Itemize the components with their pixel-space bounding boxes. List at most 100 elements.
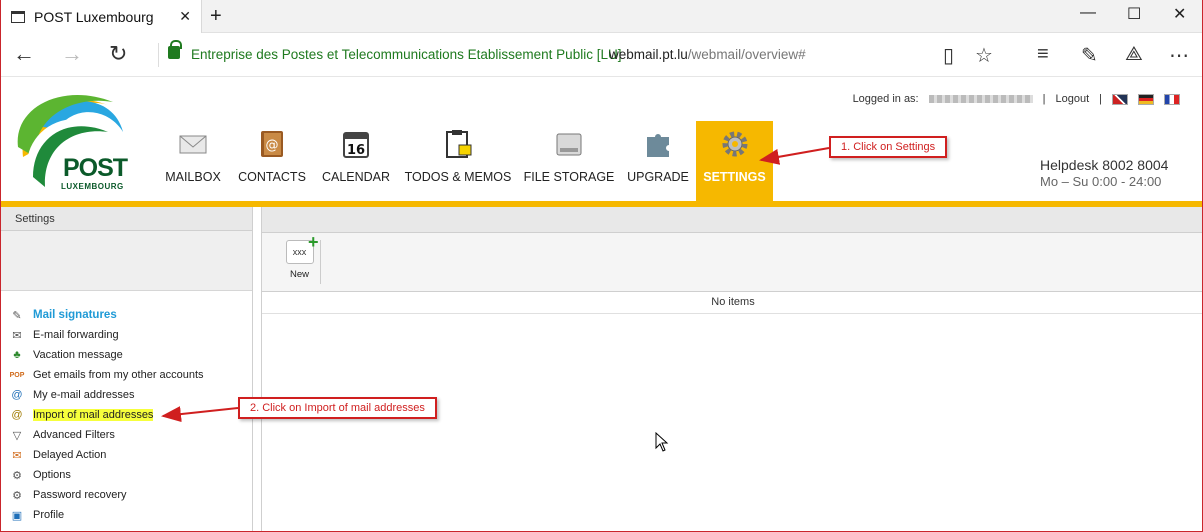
divider: | — [1042, 93, 1046, 105]
nav-contacts[interactable]: @ CONTACTS — [233, 121, 311, 202]
sidebar-item-password-recovery[interactable]: ⚙ Password recovery — [1, 485, 252, 505]
nav-label: SETTINGS — [703, 170, 766, 184]
nav-label: TODOS & MEMOS — [404, 170, 512, 184]
settings-sidebar: Settings ✎ Mail signatures ✉ E-mail forwar… — [1, 207, 253, 531]
sidebar-item-my-email-addresses[interactable]: @ My e-mail addresses — [1, 385, 252, 405]
tab-title: POST Luxembourg — [34, 8, 154, 25]
sidebar-item-label: My e-mail addresses — [33, 389, 135, 401]
user-bar: Logged in as: | Logout | — [853, 93, 1180, 105]
palm-tree-icon: ♣ — [13, 349, 21, 361]
site-header: POST LUXEMBOURG Logged in as: | Logout |… — [1, 77, 1202, 211]
browser-toolbar: ← → ↻ Entreprise des Postes et Telecommu… — [1, 33, 1202, 77]
sidebar-toolbar — [1, 231, 252, 291]
sidebar-item-profile[interactable]: ▣ Profile — [1, 505, 252, 525]
sidebar-item-options[interactable]: ⚙ Options — [1, 465, 252, 485]
new-tab-icon[interactable]: + — [210, 5, 222, 28]
post-logo[interactable]: POST LUXEMBOURG — [13, 87, 128, 211]
delayed-mail-icon: ✉ — [12, 449, 22, 462]
new-button-label: New — [289, 269, 309, 280]
nav-calendar[interactable]: 16 CALENDAR — [317, 121, 395, 202]
nav-upgrade[interactable]: UPGRADE — [623, 121, 693, 202]
sidebar-item-import-mail-addresses[interactable]: @ Import of mail addresses — [1, 405, 252, 425]
divider — [158, 43, 159, 67]
browser-tab[interactable]: POST Luxembourg ✕ — [1, 0, 202, 33]
close-tab-icon[interactable]: ✕ — [179, 8, 191, 25]
content-header — [262, 207, 1202, 233]
forward-icon: ✉ — [12, 329, 22, 342]
pop-icon: POP — [9, 371, 25, 379]
funnel-icon: ▽ — [12, 429, 22, 442]
helpdesk-phone: Helpdesk 8002 8004 — [1040, 157, 1169, 173]
calendar-icon: 16 — [343, 132, 369, 158]
sidebar-item-label: Get emails from my other accounts — [33, 369, 204, 381]
site-identity[interactable]: Entreprise des Postes et Telecommunicati… — [191, 47, 621, 62]
puzzle-icon — [647, 134, 669, 157]
sidebar-item-email-forwarding[interactable]: ✉ E-mail forwarding — [1, 325, 252, 345]
address-bar[interactable]: webmail.pt.lu/webmail/overview# — [609, 47, 806, 62]
at-sign-icon: @ — [11, 389, 23, 401]
nav-file-storage[interactable]: FILE STORAGE — [521, 121, 617, 202]
helpdesk-hours: Mo – Su 0:00 - 24:00 — [1040, 174, 1162, 189]
mail-envelope-icon — [179, 135, 207, 154]
content-pane: xxx New No items — [261, 207, 1202, 531]
new-button[interactable]: xxx New — [279, 231, 321, 284]
sidebar-item-other-accounts[interactable]: POP Get emails from my other accounts — [1, 365, 252, 385]
sidebar-item-label: Options — [33, 469, 71, 481]
sidebar-item-label: E-mail forwarding — [33, 329, 119, 341]
reading-view-icon[interactable]: ▯ — [943, 43, 954, 68]
callout-step-2: 2. Click on Import of mail addresses — [238, 397, 437, 419]
gear-icon: ⚙ — [12, 489, 22, 502]
flag-english-icon[interactable] — [1112, 93, 1128, 105]
browser-window: POST Luxembourg ✕ + — ☐ ✕ ← → ↻ Entrepri… — [0, 0, 1203, 532]
url-host: webmail.pt.lu — [609, 47, 688, 62]
nav-mailbox[interactable]: MAILBOX — [159, 121, 227, 202]
refresh-icon[interactable]: ↻ — [109, 41, 127, 67]
favorite-star-icon[interactable]: ☆ — [975, 43, 993, 68]
sidebar-item-label: Password recovery — [33, 489, 127, 501]
hub-icon[interactable]: ≡ — [1037, 43, 1049, 66]
clipboard-icon — [446, 130, 472, 158]
title-bar: POST Luxembourg ✕ + — ☐ ✕ — [1, 0, 1202, 33]
minimize-icon[interactable]: — — [1080, 4, 1096, 22]
sidebar-item-label: Vacation message — [33, 349, 123, 361]
nav-label: MAILBOX — [165, 170, 221, 184]
flag-french-icon[interactable] — [1164, 93, 1180, 105]
empty-state: No items — [262, 292, 1202, 314]
content-toolbar: xxx New — [262, 231, 1202, 292]
nav-settings[interactable]: SETTINGS — [696, 121, 773, 202]
sidebar-item-vacation-message[interactable]: ♣ Vacation message — [1, 345, 252, 365]
back-icon[interactable]: ← — [13, 41, 35, 67]
nav-label: CONTACTS — [238, 170, 306, 184]
sidebar-item-label: Profile — [33, 509, 65, 521]
nav-label: CALENDAR — [321, 170, 391, 184]
sidebar-item-advanced-filters[interactable]: ▽ Advanced Filters — [1, 425, 252, 445]
mouse-cursor-icon — [655, 432, 669, 452]
nav-label: UPGRADE — [627, 170, 689, 184]
hard-drive-icon — [556, 133, 582, 156]
flag-german-icon[interactable] — [1138, 93, 1154, 105]
sidebar-item-delayed-action[interactable]: ✉ Delayed Action — [1, 445, 252, 465]
sidebar-item-label: Mail signatures — [33, 309, 117, 321]
pen-icon: ✎ — [12, 309, 22, 322]
web-note-icon[interactable]: ✎ — [1081, 43, 1098, 68]
maximize-icon[interactable]: ☐ — [1127, 4, 1141, 24]
svg-text:@: @ — [266, 138, 279, 153]
forward-icon[interactable]: → — [61, 41, 83, 67]
lock-icon — [168, 40, 182, 59]
share-icon[interactable]: ⟁ — [1125, 43, 1143, 66]
sidebar-item-label: Advanced Filters — [33, 429, 115, 441]
callout-step-1: 1. Click on Settings — [829, 136, 948, 158]
logged-in-label: Logged in as: — [852, 93, 919, 105]
nav-todos-memos[interactable]: TODOS & MEMOS — [401, 121, 515, 202]
sidebar-item-mail-signatures[interactable]: ✎ Mail signatures — [1, 305, 252, 325]
gear-icon — [722, 131, 747, 157]
sidebar-item-label: Delayed Action — [33, 449, 107, 461]
logout-link[interactable]: Logout — [1055, 93, 1089, 105]
profile-icon: ▣ — [11, 509, 23, 522]
nav-label: FILE STORAGE — [523, 170, 615, 184]
settings-menu: ✎ Mail signatures ✉ E-mail forwarding ♣ Vac… — [1, 291, 252, 525]
close-window-icon[interactable]: ✕ — [1173, 4, 1186, 24]
new-entry-icon: xxx — [285, 231, 319, 264]
more-icon[interactable]: ⋯ — [1169, 43, 1189, 68]
page-icon — [11, 10, 25, 23]
